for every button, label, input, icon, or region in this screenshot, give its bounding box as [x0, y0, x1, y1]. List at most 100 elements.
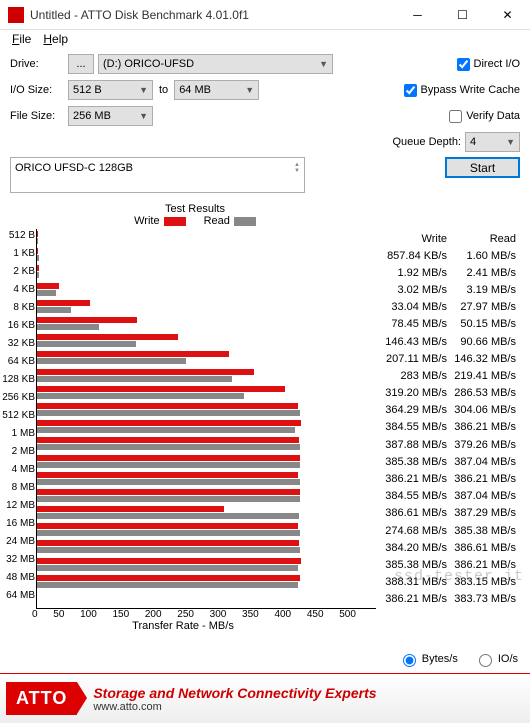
write-bar — [37, 455, 300, 461]
data-row: 857.84 KB/s1.60 MB/s — [380, 247, 520, 264]
write-value: 386.21 MB/s — [380, 593, 447, 605]
read-bar — [37, 358, 186, 364]
data-header: Write Read — [380, 233, 520, 245]
read-bar — [37, 462, 300, 468]
write-value: 1.92 MB/s — [380, 267, 447, 279]
read-bar — [37, 427, 295, 433]
write-bar — [37, 317, 137, 323]
read-value: 385.38 MB/s — [449, 525, 516, 537]
write-value: 386.21 MB/s — [380, 473, 447, 485]
legend-read-swatch — [234, 217, 256, 226]
ios-radio[interactable]: IO/s — [474, 651, 518, 667]
maximize-button[interactable]: ☐ — [440, 0, 485, 29]
close-button[interactable]: ✕ — [485, 0, 530, 29]
write-bar — [37, 300, 90, 306]
write-bar — [37, 231, 38, 237]
write-value: 283 MB/s — [380, 370, 447, 382]
x-tick: 150 — [112, 609, 129, 620]
direct-io-checkbox[interactable] — [457, 58, 470, 71]
read-bar — [37, 547, 300, 553]
atto-logo: ATTO — [6, 682, 77, 715]
read-value: 383.73 MB/s — [449, 593, 516, 605]
read-value: 387.04 MB/s — [449, 456, 516, 468]
bar-row — [37, 281, 376, 298]
x-tick: 50 — [53, 609, 64, 620]
iosize-to-select[interactable]: 64 MB ▼ — [174, 80, 259, 100]
verify-checkbox[interactable] — [449, 110, 462, 123]
drive-browse-button[interactable]: ... — [68, 54, 94, 74]
write-bar — [37, 575, 300, 581]
y-tick: 1 MB — [1, 427, 35, 445]
x-tick: 100 — [80, 609, 97, 620]
write-value: 384.55 MB/s — [380, 421, 447, 433]
app-icon — [8, 7, 24, 23]
y-tick: 2 KB — [1, 265, 35, 283]
write-bar — [37, 369, 254, 375]
drive-select[interactable]: (D:) ORICO-UFSD ▼ — [98, 54, 333, 74]
read-bar — [37, 238, 38, 244]
data-header-read: Read — [449, 233, 516, 245]
x-tick: 500 — [339, 609, 356, 620]
bar-row — [37, 315, 376, 332]
chart-title: Test Results — [10, 203, 380, 215]
watermark: ssd-tester.it — [394, 568, 524, 585]
y-tick: 16 MB — [1, 517, 35, 535]
filesize-select[interactable]: 256 MB ▼ — [68, 106, 153, 126]
y-tick: 512 B — [1, 229, 35, 247]
controls-panel: Drive: ... (D:) ORICO-UFSD ▼ Direct I/O … — [0, 50, 530, 203]
bar-chart: 512 B1 KB2 KB4 KB8 KB16 KB32 KB64 KB128 … — [36, 229, 376, 609]
write-value: 386.61 MB/s — [380, 507, 447, 519]
read-bar — [37, 530, 300, 536]
window-title: Untitled - ATTO Disk Benchmark 4.01.0f1 — [30, 8, 395, 22]
read-bar — [37, 410, 300, 416]
data-row: 386.21 MB/s386.21 MB/s — [380, 470, 520, 487]
y-tick: 32 KB — [1, 337, 35, 355]
write-value: 385.38 MB/s — [380, 456, 447, 468]
y-tick: 64 KB — [1, 355, 35, 373]
bar-row — [37, 367, 376, 384]
iosize-from-value: 512 B — [73, 84, 102, 96]
queue-depth-select[interactable]: 4 ▼ — [465, 132, 520, 152]
bar-row — [37, 401, 376, 418]
x-tick: 0 — [32, 609, 38, 620]
x-tick: 250 — [177, 609, 194, 620]
write-bar — [37, 265, 39, 271]
write-bar — [37, 248, 38, 254]
bytes-radio[interactable]: Bytes/s — [398, 651, 458, 667]
iosize-to-label: to — [153, 84, 174, 96]
start-button[interactable]: Start — [445, 157, 520, 178]
data-header-write: Write — [380, 233, 447, 245]
write-value: 78.45 MB/s — [380, 318, 447, 330]
y-tick: 1 KB — [1, 247, 35, 265]
unit-selector: Bytes/s IO/s — [0, 647, 530, 673]
read-value: 386.21 MB/s — [449, 473, 516, 485]
menu-file[interactable]: File — [6, 30, 37, 50]
y-tick: 4 KB — [1, 283, 35, 301]
data-table: 857.84 KB/s1.60 MB/s1.92 MB/s2.41 MB/s3.… — [380, 247, 520, 608]
minimize-button[interactable]: ─ — [395, 0, 440, 29]
data-row: 386.21 MB/s383.73 MB/s — [380, 591, 520, 608]
y-tick: 8 MB — [1, 481, 35, 499]
y-tick: 16 KB — [1, 319, 35, 337]
drive-label: Drive: — [10, 58, 68, 70]
bypass-checkbox[interactable] — [404, 84, 417, 97]
iosize-from-select[interactable]: 512 B ▼ — [68, 80, 153, 100]
write-bar — [37, 386, 285, 392]
data-row: 146.43 MB/s90.66 MB/s — [380, 333, 520, 350]
device-scroll[interactable]: ▲▼ — [294, 162, 300, 188]
data-row: 384.20 MB/s386.61 MB/s — [380, 539, 520, 556]
menubar: File Help — [0, 30, 530, 50]
data-row: 283 MB/s219.41 MB/s — [380, 367, 520, 384]
write-value: 387.88 MB/s — [380, 439, 447, 451]
menu-help[interactable]: Help — [37, 30, 74, 50]
write-bar — [37, 334, 178, 340]
read-value: 387.29 MB/s — [449, 507, 516, 519]
y-tick: 512 KB — [1, 409, 35, 427]
legend-write-swatch — [164, 217, 186, 226]
data-row: 386.61 MB/s387.29 MB/s — [380, 505, 520, 522]
chart-panel: Test Results Write Read 512 B1 KB2 KB4 K… — [10, 203, 380, 632]
data-row: 384.55 MB/s387.04 MB/s — [380, 488, 520, 505]
bar-row — [37, 246, 376, 263]
x-axis-label: Transfer Rate - MB/s — [10, 620, 356, 632]
read-value: 379.26 MB/s — [449, 439, 516, 451]
